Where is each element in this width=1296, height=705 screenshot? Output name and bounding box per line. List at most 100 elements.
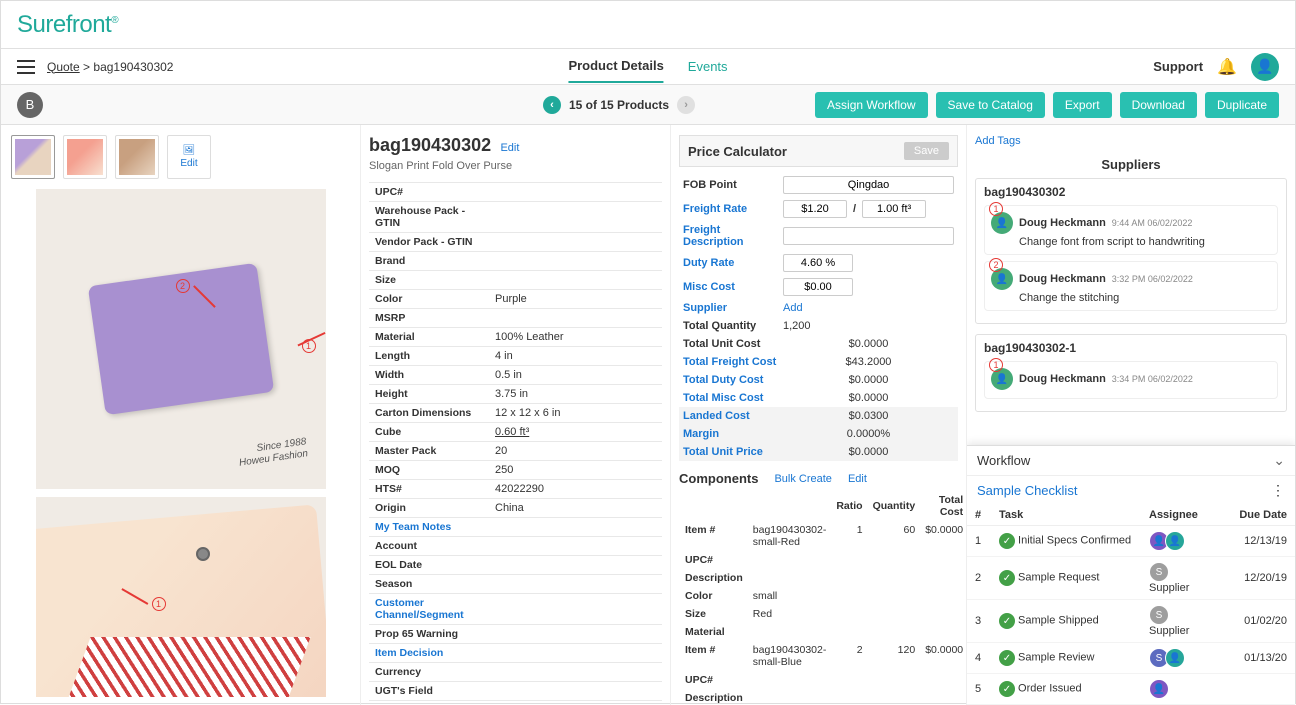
field-value[interactable]: 250 xyxy=(489,461,662,480)
freight-desc-input[interactable] xyxy=(783,227,954,245)
workflow-title: Workflow xyxy=(977,453,1030,468)
field-value[interactable] xyxy=(489,625,662,644)
user-avatar[interactable]: 👤 xyxy=(1251,53,1279,81)
check-icon: ✓ xyxy=(999,613,1015,629)
tab-events[interactable]: Events xyxy=(688,51,728,82)
field-value[interactable]: China xyxy=(489,499,662,518)
fob-point-input[interactable] xyxy=(783,176,954,194)
field-value[interactable] xyxy=(489,309,662,328)
comment[interactable]: 2 👤Doug Heckmann3:32 PM 06/02/2022 Chang… xyxy=(984,261,1278,311)
workflow-collapse-icon[interactable]: ⌄ xyxy=(1273,452,1285,469)
field-label: Width xyxy=(369,366,489,385)
components-edit-link[interactable]: Edit xyxy=(848,473,867,485)
field-value[interactable] xyxy=(489,556,662,575)
check-icon: ✓ xyxy=(999,570,1015,586)
field-label: HTS# xyxy=(369,480,489,499)
field-label: EOL Date xyxy=(369,556,489,575)
thumb-edit[interactable]: 🖼 Edit xyxy=(167,135,211,179)
workflow-row[interactable]: 4✓ Sample ReviewS👤 01/13/20 xyxy=(967,643,1295,674)
image-icon: 🖼 xyxy=(183,145,196,156)
workflow-more-icon[interactable]: ⋮ xyxy=(1271,482,1285,499)
field-label: Height xyxy=(369,385,489,404)
bulk-create-link[interactable]: Bulk Create xyxy=(774,473,831,485)
field-value[interactable]: 3.75 in xyxy=(489,385,662,404)
misc-cost-input[interactable] xyxy=(783,278,853,296)
tab-product-details[interactable]: Product Details xyxy=(568,50,663,83)
field-value[interactable]: 4 in xyxy=(489,347,662,366)
breadcrumb-current: bag190430302 xyxy=(93,60,173,74)
download-button[interactable]: Download xyxy=(1120,92,1197,118)
field-value[interactable] xyxy=(489,271,662,290)
field-label: Carton Dimensions xyxy=(369,404,489,423)
thumb-1[interactable] xyxy=(11,135,55,179)
workflow-row[interactable]: 3✓ Sample ShippedS Supplier01/02/20 xyxy=(967,600,1295,643)
field-value[interactable] xyxy=(489,594,662,625)
field-value[interactable]: 20 xyxy=(489,442,662,461)
toolbar: B ‹ 15 of 15 Products › Assign Workflow … xyxy=(1,85,1295,125)
workflow-row[interactable]: 1✓ Initial Specs Confirmed👤👤 12/13/19 xyxy=(967,526,1295,557)
edit-title-link[interactable]: Edit xyxy=(500,142,519,154)
field-value[interactable] xyxy=(489,663,662,682)
freight-unit-input[interactable] xyxy=(862,200,926,218)
field-label: Size xyxy=(369,271,489,290)
field-label: Length xyxy=(369,347,489,366)
field-label: Customer Channel/Segment xyxy=(369,594,489,625)
price-calc-header: Price Calculator Save xyxy=(679,135,958,167)
menu-icon[interactable] xyxy=(17,60,35,74)
pager-next-icon: › xyxy=(677,96,695,114)
field-value[interactable]: 100% Leather xyxy=(489,328,662,347)
pager-prev-icon[interactable]: ‹ xyxy=(543,96,561,114)
product-image-2: 1 xyxy=(36,497,326,697)
field-value[interactable] xyxy=(489,537,662,556)
field-label: Account xyxy=(369,537,489,556)
workflow-row[interactable]: 5✓ Order Issued👤 xyxy=(967,674,1295,705)
field-label: My Team Notes xyxy=(369,518,489,537)
field-label: Item Decision xyxy=(369,644,489,663)
comment[interactable]: 1 👤Doug Heckmann9:44 AM 06/02/2022 Chang… xyxy=(984,205,1278,255)
field-label: Cube xyxy=(369,423,489,442)
field-value[interactable] xyxy=(489,682,662,701)
field-value[interactable] xyxy=(489,183,662,202)
support-link[interactable]: Support xyxy=(1153,59,1203,74)
field-value[interactable] xyxy=(489,202,662,233)
field-value[interactable]: 12 x 12 x 6 in xyxy=(489,404,662,423)
field-value[interactable] xyxy=(489,233,662,252)
field-value[interactable] xyxy=(489,252,662,271)
product-title: bag190430302 xyxy=(369,135,491,156)
field-value[interactable] xyxy=(489,575,662,594)
supplier-add-link[interactable]: Add xyxy=(783,302,954,314)
duty-rate-input[interactable] xyxy=(783,254,853,272)
field-label: UGT's Field xyxy=(369,682,489,701)
field-value[interactable] xyxy=(489,518,662,537)
assign-workflow-button[interactable]: Assign Workflow xyxy=(815,92,927,118)
export-button[interactable]: Export xyxy=(1053,92,1112,118)
field-value[interactable]: 0.5 in xyxy=(489,366,662,385)
freight-rate-input[interactable] xyxy=(783,200,847,218)
check-icon: ✓ xyxy=(999,650,1015,666)
thumb-2[interactable] xyxy=(63,135,107,179)
calc-save-button[interactable]: Save xyxy=(904,142,949,160)
logo: Surefront® xyxy=(17,11,118,39)
duplicate-button[interactable]: Duplicate xyxy=(1205,92,1279,118)
field-label: MOQ xyxy=(369,461,489,480)
add-tags-link[interactable]: Add Tags xyxy=(975,135,1287,147)
components-title: Components xyxy=(679,471,758,486)
annotation-2[interactable]: 2 xyxy=(176,279,190,293)
field-value[interactable] xyxy=(489,701,662,705)
collaborator-avatar[interactable]: B xyxy=(17,92,43,118)
field-value[interactable] xyxy=(489,644,662,663)
field-label: Currency xyxy=(369,663,489,682)
checklist-title[interactable]: Sample Checklist xyxy=(977,483,1077,498)
save-to-catalog-button[interactable]: Save to Catalog xyxy=(936,92,1045,118)
field-value[interactable]: Purple xyxy=(489,290,662,309)
breadcrumb: Quote > bag190430302 xyxy=(47,60,173,74)
notifications-icon[interactable]: 🔔 xyxy=(1217,57,1237,77)
field-value[interactable]: 42022290 xyxy=(489,480,662,499)
comment[interactable]: 1 👤Doug Heckmann3:34 PM 06/02/2022 xyxy=(984,361,1278,399)
field-value[interactable]: 0.60 ft³ xyxy=(489,423,662,442)
thumb-3[interactable] xyxy=(115,135,159,179)
annotation-1b[interactable]: 1 xyxy=(152,597,166,611)
check-icon: ✓ xyxy=(999,681,1015,697)
workflow-row[interactable]: 2✓ Sample RequestS Supplier12/20/19 xyxy=(967,557,1295,600)
breadcrumb-root[interactable]: Quote xyxy=(47,60,80,74)
